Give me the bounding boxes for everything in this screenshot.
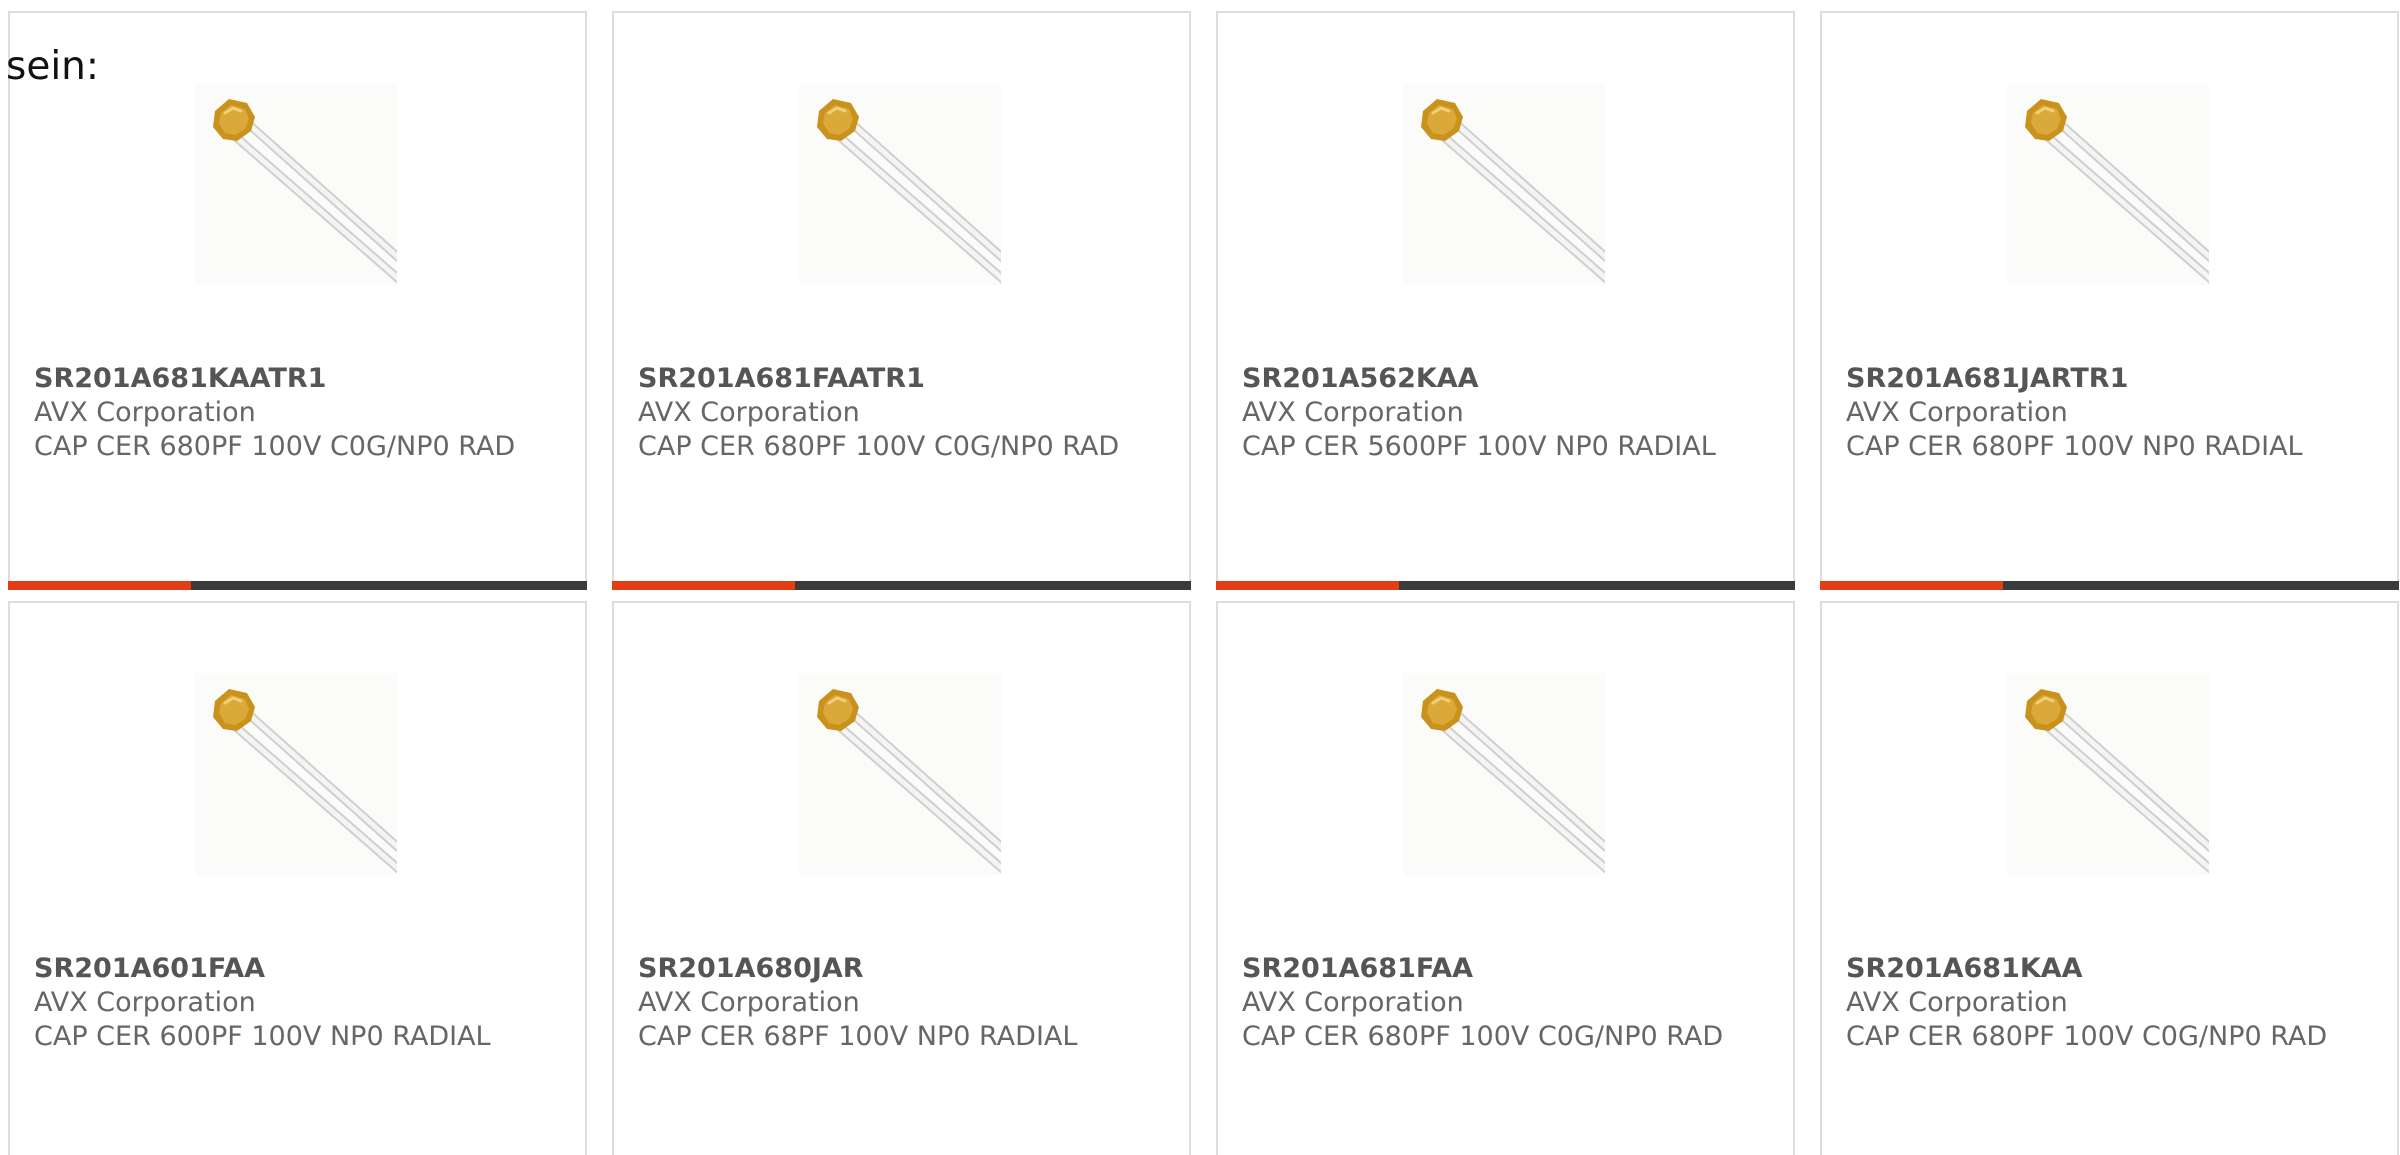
product-part-number[interactable]: SR201A681JARTR1 bbox=[1846, 362, 2376, 396]
product-image[interactable] bbox=[1403, 673, 1605, 875]
product-manufacturer: AVX Corporation bbox=[638, 987, 860, 1018]
product-manufacturer: AVX Corporation bbox=[1242, 987, 1464, 1018]
product-image[interactable] bbox=[799, 83, 1001, 285]
product-info: SR201A681KAATR1 AVX Corporation CAP CER … bbox=[34, 362, 564, 464]
product-card[interactable]: SR201A681KAATR1 AVX Corporation CAP CER … bbox=[8, 11, 587, 590]
product-part-number[interactable]: SR201A681KAATR1 bbox=[34, 362, 564, 396]
card-bottom-bar bbox=[1216, 581, 1795, 590]
product-description: CAP CER 5600PF 100V NP0 RADIAL bbox=[1242, 431, 1716, 462]
card-bottom-bar-accent bbox=[8, 581, 191, 590]
radial-ceramic-capacitor-image bbox=[195, 83, 397, 285]
product-description: CAP CER 68PF 100V NP0 RADIAL bbox=[638, 1021, 1078, 1052]
product-description: CAP CER 680PF 100V C0G/NP0 RAD bbox=[638, 431, 1120, 462]
product-description: CAP CER 680PF 100V C0G/NP0 RAD bbox=[34, 431, 516, 462]
product-manufacturer: AVX Corporation bbox=[34, 987, 256, 1018]
card-bottom-bar bbox=[8, 581, 587, 590]
product-card[interactable]: SR201A680JAR AVX Corporation CAP CER 68P… bbox=[612, 601, 1191, 1155]
radial-ceramic-capacitor-image bbox=[2007, 83, 2209, 285]
radial-ceramic-capacitor-image bbox=[799, 83, 1001, 285]
product-manufacturer: AVX Corporation bbox=[638, 397, 860, 428]
product-grid: SR201A681KAATR1 AVX Corporation CAP CER … bbox=[0, 0, 2400, 1155]
product-card[interactable]: SR201A681KAA AVX Corporation CAP CER 680… bbox=[1820, 601, 2399, 1155]
product-description: CAP CER 600PF 100V NP0 RADIAL bbox=[34, 1021, 491, 1052]
card-bottom-bar-accent bbox=[1216, 581, 1399, 590]
product-manufacturer: AVX Corporation bbox=[1242, 397, 1464, 428]
product-description: CAP CER 680PF 100V C0G/NP0 RAD bbox=[1242, 1021, 1724, 1052]
product-description: CAP CER 680PF 100V C0G/NP0 RAD bbox=[1846, 1021, 2328, 1052]
product-image[interactable] bbox=[1403, 83, 1605, 285]
radial-ceramic-capacitor-image bbox=[2007, 673, 2209, 875]
product-info: SR201A601FAA AVX Corporation CAP CER 600… bbox=[34, 952, 564, 1054]
product-image[interactable] bbox=[2007, 673, 2209, 875]
card-bottom-bar bbox=[1820, 581, 2399, 590]
product-info: SR201A681KAA AVX Corporation CAP CER 680… bbox=[1846, 952, 2376, 1054]
card-bottom-bar bbox=[612, 581, 1191, 590]
product-image[interactable] bbox=[195, 83, 397, 285]
product-part-number[interactable]: SR201A681FAATR1 bbox=[638, 362, 1168, 396]
radial-ceramic-capacitor-image bbox=[1403, 673, 1605, 875]
product-info: SR201A681FAA AVX Corporation CAP CER 680… bbox=[1242, 952, 1772, 1054]
radial-ceramic-capacitor-image bbox=[1403, 83, 1605, 285]
product-manufacturer: AVX Corporation bbox=[34, 397, 256, 428]
product-manufacturer: AVX Corporation bbox=[1846, 397, 2068, 428]
product-part-number[interactable]: SR201A681KAA bbox=[1846, 952, 2376, 986]
product-part-number[interactable]: SR201A680JAR bbox=[638, 952, 1168, 986]
product-image[interactable] bbox=[2007, 83, 2209, 285]
radial-ceramic-capacitor-image bbox=[799, 673, 1001, 875]
card-bottom-bar-accent bbox=[612, 581, 795, 590]
product-part-number[interactable]: SR201A562KAA bbox=[1242, 362, 1772, 396]
product-info: SR201A681FAATR1 AVX Corporation CAP CER … bbox=[638, 362, 1168, 464]
product-info: SR201A681JARTR1 AVX Corporation CAP CER … bbox=[1846, 362, 2376, 464]
radial-ceramic-capacitor-image bbox=[195, 673, 397, 875]
product-image[interactable] bbox=[799, 673, 1001, 875]
product-manufacturer: AVX Corporation bbox=[1846, 987, 2068, 1018]
intro-text: sein: bbox=[6, 44, 100, 89]
product-part-number[interactable]: SR201A601FAA bbox=[34, 952, 564, 986]
product-card[interactable]: SR201A562KAA AVX Corporation CAP CER 560… bbox=[1216, 11, 1795, 590]
product-info: SR201A562KAA AVX Corporation CAP CER 560… bbox=[1242, 362, 1772, 464]
product-card[interactable]: SR201A601FAA AVX Corporation CAP CER 600… bbox=[8, 601, 587, 1155]
product-image[interactable] bbox=[195, 673, 397, 875]
product-info: SR201A680JAR AVX Corporation CAP CER 68P… bbox=[638, 952, 1168, 1054]
product-card[interactable]: SR201A681FAATR1 AVX Corporation CAP CER … bbox=[612, 11, 1191, 590]
card-bottom-bar-accent bbox=[1820, 581, 2003, 590]
product-card[interactable]: SR201A681JARTR1 AVX Corporation CAP CER … bbox=[1820, 11, 2399, 590]
product-description: CAP CER 680PF 100V NP0 RADIAL bbox=[1846, 431, 2303, 462]
product-part-number[interactable]: SR201A681FAA bbox=[1242, 952, 1772, 986]
product-card[interactable]: SR201A681FAA AVX Corporation CAP CER 680… bbox=[1216, 601, 1795, 1155]
